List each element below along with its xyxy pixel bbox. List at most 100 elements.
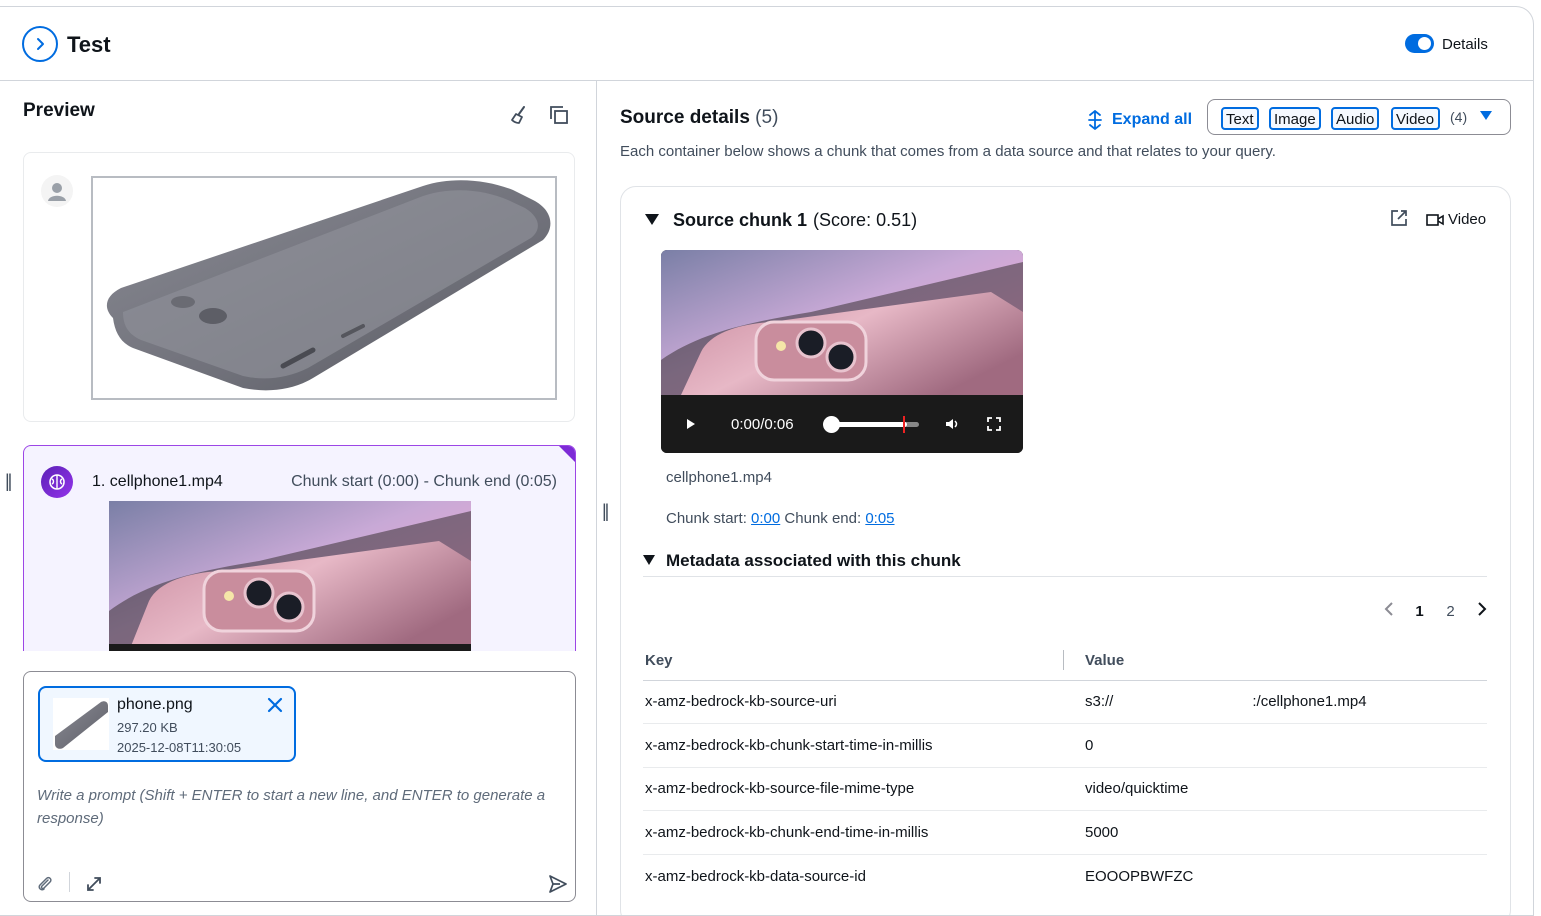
- metadata-value: 0: [1063, 723, 1487, 768]
- attachment-chip[interactable]: phone.png 297.20 KB 2025-12-08T11:30:05: [38, 686, 296, 762]
- assistant-response-card: 1. cellphone1.mp4 Chunk start (0:00) - C…: [23, 445, 576, 651]
- play-icon[interactable]: [687, 419, 695, 429]
- source-details-title-text: Source details: [620, 107, 750, 128]
- metadata-pagination: 1 2: [1373, 601, 1497, 621]
- filter-token-image[interactable]: Image: [1269, 107, 1321, 130]
- uploaded-phone-image: [91, 176, 557, 400]
- card-corner-marker: [559, 446, 575, 462]
- metadata-key: x-amz-bedrock-kb-chunk-start-time-in-mil…: [643, 723, 1063, 768]
- copy-icon: [550, 106, 568, 124]
- expand-composer-button[interactable]: [83, 873, 105, 895]
- chunk-end-label: Chunk end:: [784, 510, 862, 527]
- table-row: x-amz-bedrock-kb-chunk-end-time-in-milli…: [643, 810, 1487, 855]
- prompt-input[interactable]: Write a prompt (Shift + ENTER to start a…: [37, 784, 565, 830]
- header: Test Details: [0, 7, 1533, 81]
- caret-down-icon[interactable]: [1480, 111, 1492, 120]
- attachment-date: 2025-12-08T11:30:05: [117, 740, 242, 755]
- source-chunk-score: (Score: 0.51): [813, 210, 918, 230]
- assistant-avatar: [41, 466, 73, 498]
- metadata-table: Key Value x-amz-bedrock-kb-source-uri s3…: [643, 642, 1487, 898]
- next-page-button[interactable]: [1466, 601, 1497, 621]
- result-file-name: 1. cellphone1.mp4: [92, 473, 223, 490]
- open-external-button[interactable]: [1390, 209, 1408, 227]
- chunk-start-label: Chunk start:: [666, 510, 747, 527]
- video-end-marker: [903, 416, 905, 433]
- source-type-filter[interactable]: Text Image Audio Video (4): [1207, 99, 1511, 135]
- page-2-button[interactable]: 2: [1435, 603, 1466, 620]
- source-chunk-title-text: Source chunk 1: [673, 210, 808, 230]
- user-avatar: [41, 175, 73, 207]
- video-file-name: cellphone1.mp4: [666, 469, 772, 486]
- metadata-value-prefix: s3://: [1085, 693, 1114, 711]
- table-header-row: Key Value: [643, 642, 1487, 681]
- attachment-name: phone.png: [117, 696, 193, 713]
- copy-button[interactable]: [548, 104, 570, 126]
- metadata-title: Metadata associated with this chunk: [666, 551, 961, 570]
- send-button[interactable]: [547, 873, 569, 895]
- page-title: Test: [67, 32, 111, 57]
- broom-icon: [511, 106, 525, 124]
- metadata-value-suffix: :/cellphone1.mp4: [1252, 693, 1367, 711]
- composer-divider: [69, 872, 70, 892]
- filter-count: (4): [1450, 109, 1468, 125]
- expand-all-label: Expand all: [1112, 111, 1193, 128]
- filter-token-text[interactable]: Text: [1221, 107, 1259, 130]
- left-drag-handle[interactable]: ||: [5, 471, 13, 492]
- chunk-start-link[interactable]: 0:00: [751, 510, 780, 527]
- filter-token-audio[interactable]: Audio: [1331, 107, 1380, 130]
- collapse-chunk-icon[interactable]: [645, 214, 659, 225]
- metadata-key: x-amz-bedrock-kb-source-uri: [643, 680, 1063, 724]
- chevron-left-icon: [1384, 602, 1393, 616]
- video-player[interactable]: 0:00/0:06: [661, 250, 1023, 453]
- volume-icon[interactable]: [945, 417, 959, 431]
- remove-attachment-button[interactable]: [266, 696, 284, 714]
- source-chunk-title: Source chunk 1 (Score: 0.51): [673, 210, 917, 231]
- metadata-key: x-amz-bedrock-kb-source-file-mime-type: [643, 767, 1063, 811]
- details-toggle-label: Details: [1442, 36, 1488, 53]
- table-row: x-amz-bedrock-kb-source-uri s3:// :/cellp…: [643, 680, 1487, 724]
- expand-vertical-icon: [1088, 110, 1102, 130]
- expand-panel-button[interactable]: [22, 26, 58, 62]
- table-row: x-amz-bedrock-kb-source-file-mime-type v…: [643, 767, 1487, 811]
- video-scrubber[interactable]: [823, 416, 840, 433]
- clear-button[interactable]: [508, 104, 530, 126]
- details-toggle[interactable]: [1405, 34, 1434, 53]
- attach-file-button[interactable]: [34, 873, 56, 895]
- video-controls: 0:00/0:06: [661, 395, 1023, 453]
- metadata-key: x-amz-bedrock-kb-data-source-id: [645, 867, 866, 885]
- chevron-right-icon: [37, 38, 44, 50]
- collapse-metadata-icon[interactable]: [643, 555, 655, 565]
- prev-page-button[interactable]: [1373, 601, 1404, 621]
- video-time: 0:00/0:06: [731, 416, 794, 433]
- attachment-size: 297.20 KB: [117, 720, 178, 735]
- close-icon: [267, 697, 283, 713]
- result-chunk-range: Chunk start (0:00) - Chunk end (0:05): [291, 473, 557, 490]
- fullscreen-icon[interactable]: [987, 417, 1001, 431]
- source-details-title: Source details (5): [620, 107, 778, 129]
- chunk-times: Chunk start: 0:00 Chunk end: 0:05: [666, 510, 895, 527]
- send-icon: [549, 875, 567, 893]
- video-progress-fill: [831, 422, 907, 427]
- preview-panel: Preview || 1. cellphone1.mp4 Chunk start…: [0, 81, 597, 915]
- table-row: x-amz-bedrock-kb-data-source-id EOOOPBWF…: [643, 854, 1487, 898]
- expand-arrows-icon: [87, 877, 101, 891]
- result-video-thumbnail[interactable]: [109, 501, 471, 651]
- page-1-button[interactable]: 1: [1404, 603, 1435, 620]
- metadata-divider: [643, 576, 1487, 577]
- metadata-value: s3:// :/cellphone1.mp4: [1063, 680, 1487, 724]
- metadata-key: x-amz-bedrock-kb-chunk-end-time-in-milli…: [643, 810, 1063, 855]
- preview-title: Preview: [23, 100, 95, 121]
- column-header-value[interactable]: Value: [1063, 642, 1487, 681]
- test-window: Test Details Preview || 1. cellphone1.mp…: [0, 6, 1534, 916]
- filter-token-video[interactable]: Video: [1391, 107, 1440, 130]
- chunk-end-link[interactable]: 0:05: [865, 510, 894, 527]
- column-header-key[interactable]: Key: [643, 642, 1063, 681]
- paperclip-icon: [38, 876, 52, 891]
- source-chunk-card: Source chunk 1 (Score: 0.51) Video 0:00/…: [620, 186, 1511, 915]
- source-type-text: Video: [1448, 211, 1487, 228]
- table-row: x-amz-bedrock-kb-chunk-start-time-in-mil…: [643, 723, 1487, 768]
- external-link-icon: [1391, 210, 1407, 226]
- chevron-right-icon: [1477, 602, 1486, 616]
- expand-all-button[interactable]: Expand all: [1087, 110, 1192, 130]
- brain-icon: [49, 474, 65, 490]
